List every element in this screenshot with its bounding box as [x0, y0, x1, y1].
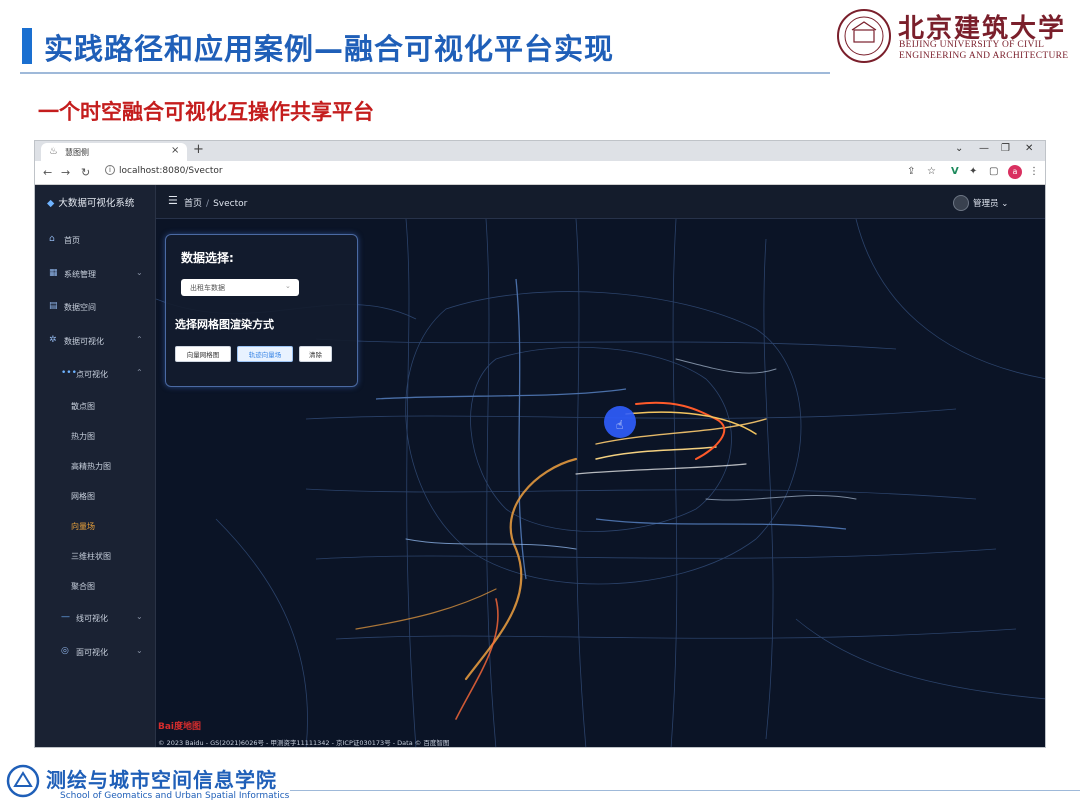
- user-menu[interactable]: 管理员 ⌄: [973, 197, 1008, 209]
- chevron-up-icon: ⌃: [136, 335, 143, 344]
- render-mode-heading: 选择网格图渲染方式: [175, 318, 274, 331]
- new-tab-button[interactable]: +: [193, 142, 204, 157]
- university-name-en-2: ENGINEERING AND ARCHITECTURE: [899, 51, 1069, 61]
- chevron-down-icon: ⌄: [136, 268, 143, 277]
- chevron-down-icon: ⌄: [136, 646, 143, 655]
- grid-icon: ▦: [49, 268, 58, 278]
- url-field[interactable]: localhost:8080/Svector: [119, 166, 223, 176]
- forward-icon[interactable]: →: [61, 166, 70, 179]
- university-name-en-1: BEIJING UNIVERSITY OF CIVIL: [899, 40, 1045, 50]
- sidebar-item-label: 数据可视化: [64, 337, 104, 346]
- chevron-down-icon: ⌄: [285, 282, 291, 290]
- site-info-icon[interactable]: i: [105, 165, 115, 175]
- minimize-icon[interactable]: —: [979, 143, 989, 154]
- sidebar-sub-hd-heatmap[interactable]: 高精热力图: [71, 461, 111, 472]
- dots-icon: •••: [61, 368, 77, 378]
- trajectory-vector-field-button[interactable]: 轨迹向量场: [237, 346, 293, 362]
- sidebar-item-point-vis[interactable]: ••• 点可视化 ⌃: [35, 363, 156, 385]
- app-topbar: ☰ 首页 / Svector 管理员 ⌄: [156, 185, 1045, 219]
- school-name-en: School of Geomatics and Urban Spatial In…: [60, 791, 290, 801]
- vector-grid-button[interactable]: 向量网格图: [175, 346, 231, 362]
- sidebar-item-polygon-vis[interactable]: ◎ 面可视化 ⌄: [35, 641, 156, 663]
- clear-button[interactable]: 清除: [299, 346, 332, 362]
- control-panel: 数据选择: 出租车数据 ⌄ 选择网格图渲染方式 向量网格图 轨迹向量场 清除: [165, 234, 358, 387]
- breadcrumb-home[interactable]: 首页: [184, 199, 202, 209]
- tab-title: 慧图侧: [65, 148, 89, 157]
- avatar[interactable]: [953, 195, 969, 211]
- restore-icon[interactable]: ❐: [1001, 143, 1010, 154]
- close-window-icon[interactable]: ✕: [1025, 143, 1033, 154]
- tab-close-icon[interactable]: ×: [171, 145, 179, 156]
- chart-icon: ✲: [49, 335, 57, 345]
- university-seal-icon: [837, 9, 891, 63]
- browser-tab[interactable]: ♨ 慧图侧 ×: [41, 143, 187, 161]
- sidebar: ◆大数据可视化系统 ⌂ 首页 ▦ 系统管理 ⌄ ▤ 数据空间 ✲ 数据可视化: [35, 185, 156, 747]
- back-icon[interactable]: ←: [43, 166, 52, 179]
- reload-icon[interactable]: ↻: [81, 166, 90, 179]
- tab-favicon-icon: ♨: [49, 146, 58, 157]
- menu-icon[interactable]: ☰: [168, 194, 178, 207]
- school-logo-icon: [6, 764, 40, 798]
- sidebar-item-label: 首页: [64, 236, 80, 245]
- sidebar-item-home[interactable]: ⌂ 首页: [35, 229, 156, 251]
- sidebar-item-label: 线可视化: [76, 614, 108, 623]
- logo-icon: ◆: [47, 198, 55, 209]
- chevron-down-icon: ⌄: [1001, 199, 1009, 209]
- star-icon[interactable]: ☆: [927, 166, 936, 177]
- sidebar-item-label: 点可视化: [76, 370, 108, 379]
- sidebar-sub-3d-bar[interactable]: 三维柱状图: [71, 551, 111, 562]
- slide: 实践路径和应用案例—融合可视化平台实现 北京建筑大学 BEIJING UNIVE…: [0, 0, 1080, 810]
- sidebar-item-label: 系统管理: [64, 270, 96, 279]
- app-root: ◆大数据可视化系统 ⌂ 首页 ▦ 系统管理 ⌄ ▤ 数据空间 ✲ 数据可视化: [35, 185, 1045, 747]
- sidebar-item-line-vis[interactable]: — 线可视化 ⌄: [35, 607, 156, 629]
- school-name-cn: 测绘与城市空间信息学院: [46, 768, 277, 792]
- sidebar-item-data-vis[interactable]: ✲ 数据可视化 ⌃: [35, 330, 156, 352]
- vue-devtools-icon[interactable]: V: [951, 166, 959, 177]
- data-select-value: 出租车数据: [190, 284, 225, 292]
- breadcrumb-separator: /: [206, 199, 210, 209]
- polygon-icon: ◎: [61, 646, 69, 656]
- line-icon: —: [61, 612, 70, 622]
- address-bar: ← → ↻ i localhost:8080/Svector ⇪ ☆ V ✦ ▢…: [35, 161, 1045, 185]
- sidebar-item-label: 面可视化: [76, 648, 108, 657]
- sidebar-item-system[interactable]: ▦ 系统管理 ⌄: [35, 263, 156, 285]
- chevron-up-icon: ⌃: [136, 368, 143, 377]
- breadcrumb: 首页 / Svector: [184, 196, 247, 209]
- slide-subtitle: 一个时空融合可视化互操作共享平台: [38, 100, 374, 124]
- sidebar-item-data-space[interactable]: ▤ 数据空间: [35, 296, 156, 318]
- chevron-down-icon[interactable]: ⌄: [955, 143, 963, 154]
- share-icon[interactable]: ⇪: [907, 166, 915, 177]
- baidu-map-logo: Bai度地图: [158, 722, 202, 732]
- map-view[interactable]: ☝ 数据选择: 出租车数据 ⌄ 选择网格图渲染方式 向量网格图 轨迹向量场 清除…: [156, 219, 1045, 747]
- more-icon[interactable]: ⋮: [1029, 166, 1039, 177]
- footer-divider: [290, 790, 1080, 791]
- home-icon: ⌂: [49, 234, 55, 244]
- sidebar-item-label: 数据空间: [64, 303, 96, 312]
- user-name: 管理员: [973, 199, 999, 209]
- browser-window: ♨ 慧图侧 × + ⌄ — ❐ ✕ ← → ↻ i localhost:8080…: [34, 140, 1046, 748]
- map-copyright: © 2023 Baidu - GS(2021)6026号 - 甲测资字11111…: [158, 739, 450, 747]
- sidebar-sub-scatter[interactable]: 散点图: [71, 401, 95, 412]
- sidebar-sub-vector-field[interactable]: 向量场: [71, 521, 95, 532]
- sidepanel-icon[interactable]: ▢: [989, 166, 998, 177]
- pointer-icon: ☝: [616, 418, 623, 432]
- sidebar-sub-cluster[interactable]: 聚合图: [71, 581, 95, 592]
- data-select-heading: 数据选择:: [181, 251, 234, 265]
- slide-title: 实践路径和应用案例—融合可视化平台实现: [44, 32, 615, 66]
- app-brand: ◆ 大数据可视化系统: [47, 195, 134, 209]
- title-divider: [20, 72, 830, 74]
- doc-icon: ▤: [49, 301, 58, 311]
- title-accent-bar: [22, 28, 32, 64]
- tab-strip: ♨ 慧图侧 × + ⌄ — ❐ ✕: [35, 141, 1045, 161]
- profile-avatar[interactable]: a: [1008, 165, 1022, 179]
- breadcrumb-current: Svector: [213, 199, 248, 209]
- sidebar-sub-heatmap[interactable]: 热力图: [71, 431, 95, 442]
- chevron-down-icon: ⌄: [136, 612, 143, 621]
- sidebar-sub-grid[interactable]: 网格图: [71, 491, 95, 502]
- brand-label: 大数据可视化系统: [58, 198, 135, 209]
- data-select[interactable]: 出租车数据 ⌄: [181, 279, 299, 296]
- extensions-icon[interactable]: ✦: [969, 166, 977, 177]
